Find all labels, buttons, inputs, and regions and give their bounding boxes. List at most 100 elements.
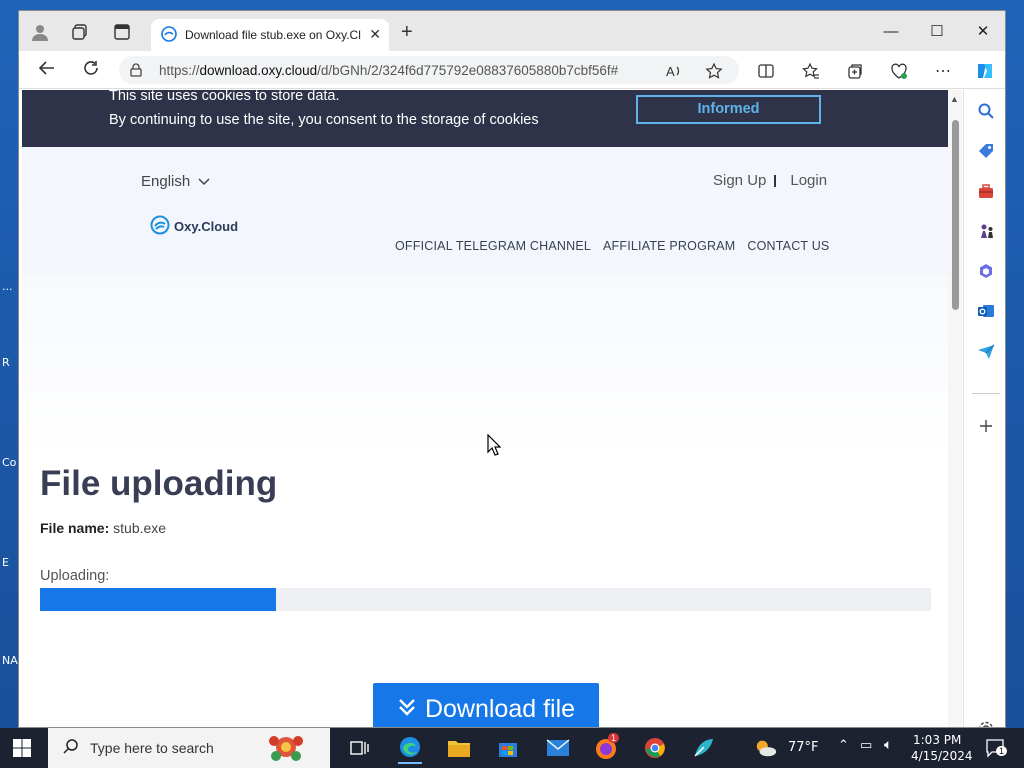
- page-title: File uploading: [40, 464, 278, 503]
- double-chevron-down-icon: [397, 695, 417, 724]
- clock-date[interactable]: 4/15/2024: [911, 749, 973, 763]
- divider: [774, 174, 777, 187]
- uploading-label: Uploading:: [40, 568, 110, 584]
- split-screen-icon[interactable]: [755, 60, 777, 82]
- outlook-icon[interactable]: [975, 300, 997, 322]
- weather-temperature: 77°F: [788, 740, 819, 755]
- maximize-button[interactable]: ☐: [914, 19, 960, 45]
- desktop-label: R: [2, 356, 10, 369]
- nav-telegram-channel[interactable]: OFFICIAL TELEGRAM CHANNEL: [395, 239, 591, 253]
- notifications-icon[interactable]: 1: [984, 736, 1008, 760]
- desktop-label: Co: [2, 456, 17, 469]
- address-bar[interactable]: https://download.oxy.cloud/d/bGNh/2/324f…: [119, 56, 739, 84]
- firefox-icon[interactable]: 1: [594, 733, 620, 760]
- favorites-icon[interactable]: [800, 60, 822, 82]
- search-icon: [62, 738, 80, 759]
- chevron-up-icon[interactable]: ⌃: [838, 738, 849, 753]
- scroll-up-icon[interactable]: ▲: [950, 94, 959, 104]
- send-drop-icon[interactable]: [975, 340, 997, 362]
- app-bird-icon[interactable]: [692, 736, 716, 760]
- url-text: https://download.oxy.cloud/d/bGNh/2/324f…: [159, 62, 619, 78]
- desktop-label: E: [2, 556, 9, 569]
- chrome-icon[interactable]: [643, 736, 667, 760]
- search-placeholder: Type here to search: [90, 740, 214, 756]
- file-explorer-icon[interactable]: [447, 736, 471, 760]
- more-options-icon[interactable]: ⋯: [932, 60, 954, 82]
- language-selector[interactable]: English: [141, 173, 210, 190]
- site-logo[interactable]: Oxy.Cloud: [150, 215, 238, 238]
- upload-progress-fill: [40, 588, 277, 611]
- close-tab-icon[interactable]: ✕: [369, 26, 381, 43]
- weather-icon[interactable]: [754, 736, 778, 760]
- read-aloud-icon[interactable]: A: [663, 60, 685, 82]
- upload-progress-bar: [40, 588, 931, 611]
- tab-active[interactable]: Download file stub.exe on Oxy.Cl ✕: [151, 19, 389, 51]
- tab-title: Download file stub.exe on Oxy.Cl: [185, 28, 361, 42]
- search-highlight-icon: [264, 729, 308, 768]
- page-scrollbar[interactable]: ▲: [948, 90, 962, 727]
- nav-affiliate-program[interactable]: AFFILIATE PROGRAM: [603, 239, 735, 253]
- cookie-banner: This site uses cookies to store data. By…: [22, 90, 948, 147]
- file-name-label: File name:: [40, 520, 110, 536]
- main-nav: OFFICIAL TELEGRAM CHANNEL AFFILIATE PROG…: [395, 239, 829, 253]
- minimize-button[interactable]: —: [868, 19, 914, 45]
- auth-links: Sign Up Login: [713, 172, 827, 189]
- taskbar: Type here to search 1 77°F ⌃ ▭ 🔈︎ 1:03 P…: [0, 728, 1024, 768]
- page-viewport: This site uses cookies to store data. By…: [22, 90, 948, 727]
- add-sidebar-app-icon[interactable]: [975, 415, 997, 437]
- games-chess-icon[interactable]: [975, 220, 997, 242]
- new-tab-icon[interactable]: +: [401, 22, 413, 42]
- microsoft-365-icon[interactable]: [975, 260, 997, 282]
- sign-up-link[interactable]: Sign Up: [713, 172, 766, 189]
- shopping-tag-icon[interactable]: [975, 140, 997, 162]
- download-file-label: Download file: [424, 694, 576, 723]
- sidebar-divider: [972, 393, 1000, 394]
- login-link[interactable]: Login: [790, 172, 827, 189]
- back-icon[interactable]: [35, 59, 59, 81]
- language-label: English: [141, 173, 191, 190]
- oxy-cloud-logo-icon: [150, 215, 170, 238]
- task-view-icon[interactable]: [348, 736, 372, 760]
- collections-icon[interactable]: [844, 60, 866, 82]
- profile-icon[interactable]: [29, 21, 51, 43]
- chevron-down-icon: [198, 173, 210, 190]
- volume-icon[interactable]: 🔈︎: [884, 737, 892, 753]
- cookie-text-line-2: By continuing to use the site, you conse…: [109, 112, 539, 128]
- svg-text:A: A: [666, 64, 675, 79]
- clock-time[interactable]: 1:03 PM: [913, 733, 961, 747]
- sidebar-search-icon[interactable]: [975, 100, 997, 122]
- close-window-button[interactable]: ✕: [960, 19, 1005, 45]
- desktop-label: NA: [2, 654, 18, 667]
- firefox-badge: 1: [608, 733, 620, 743]
- site-favicon-icon: [161, 25, 177, 45]
- logo-text: Oxy.Cloud: [174, 219, 239, 234]
- sidebar-settings-icon[interactable]: [975, 718, 997, 727]
- edge-sidebar: [963, 90, 1005, 727]
- mail-icon[interactable]: [546, 736, 570, 760]
- address-toolbar: https://download.oxy.cloud/d/bGNh/2/324f…: [19, 51, 1005, 89]
- browser-essentials-icon[interactable]: [888, 60, 910, 82]
- tab-actions-icon[interactable]: [111, 21, 133, 43]
- notification-count: 1: [996, 746, 1008, 756]
- microsoft-store-icon[interactable]: [496, 736, 520, 760]
- windows-start-icon[interactable]: [12, 738, 32, 758]
- file-name-value: stub.exe: [113, 520, 167, 536]
- mouse-cursor-icon: [487, 433, 502, 461]
- workspaces-icon[interactable]: [69, 21, 91, 43]
- tools-briefcase-icon[interactable]: [975, 180, 997, 202]
- copilot-icon[interactable]: [974, 60, 996, 82]
- tab-bar: Download file stub.exe on Oxy.Cl ✕ + — ☐…: [19, 11, 1005, 51]
- scroll-thumb[interactable]: [952, 120, 959, 310]
- favorite-star-icon[interactable]: [703, 60, 725, 82]
- site-header: English Sign Up Login Oxy.Cloud OFFICIAL…: [22, 147, 948, 275]
- taskbar-search-box[interactable]: Type here to search: [48, 728, 330, 768]
- informed-button[interactable]: Informed: [636, 95, 821, 124]
- edge-taskbar-icon[interactable]: [398, 732, 422, 764]
- nav-contact-us[interactable]: CONTACT US: [747, 239, 829, 253]
- network-icon[interactable]: ▭: [860, 738, 872, 753]
- download-file-button[interactable]: Download file: [373, 683, 599, 727]
- refresh-icon[interactable]: [79, 59, 103, 81]
- browser-window: Download file stub.exe on Oxy.Cl ✕ + — ☐…: [18, 10, 1006, 728]
- lock-icon[interactable]: [129, 63, 143, 77]
- file-name-row: File name: stub.exe: [40, 520, 166, 536]
